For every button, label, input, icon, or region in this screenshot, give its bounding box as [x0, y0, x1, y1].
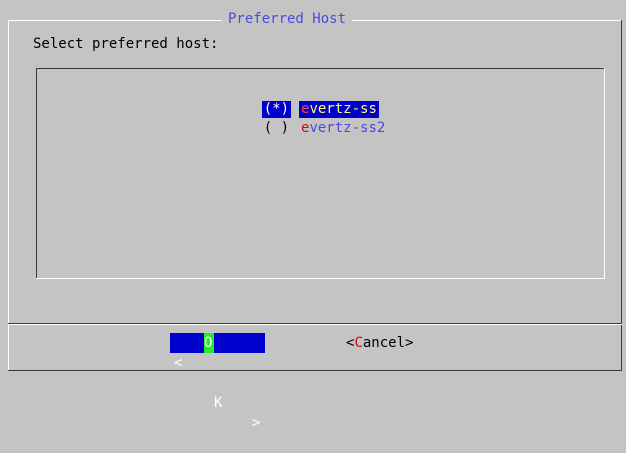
list-border-left [36, 68, 37, 279]
cancel-button-label-rest: ancel [362, 335, 406, 351]
radio-item-evertz-ss[interactable]: (*) evertz-ss [228, 84, 379, 118]
list-border-bottom [36, 278, 605, 279]
list-border-top [36, 68, 605, 69]
dialog-border-left [8, 20, 9, 370]
radio-item-label-rest: vertz-ss2 [309, 120, 386, 136]
radio-item-evertz-ss2[interactable]: ( ) evertz-ss2 [228, 103, 387, 136]
list-border-right [604, 68, 605, 279]
cancel-button[interactable]: <Cancel> [346, 333, 413, 353]
cancel-button-right-bracket: > [405, 335, 414, 351]
terminal-screen: Preferred Host Select preferred host: (*… [0, 0, 626, 431]
dialog-title: Preferred Host [222, 11, 353, 28]
ok-button-label-rest: K [214, 395, 223, 411]
ok-button-left-bracket: < [174, 355, 183, 371]
cancel-button-hotkey: C [354, 335, 363, 351]
radio-button-unselected[interactable]: ( ) [262, 120, 291, 137]
radio-item-label[interactable]: evertz-ss2 [299, 120, 387, 137]
dialog-border-right [621, 20, 622, 370]
dialog-border-bottom [8, 370, 622, 371]
ok-button-right-bracket: > [252, 415, 261, 431]
ok-button[interactable]: < O K > [170, 333, 265, 431]
dialog-button-separator-highlight [8, 324, 622, 325]
dialog-prompt: Select preferred host: [33, 36, 219, 52]
ok-button-hotkey: O [204, 333, 214, 353]
